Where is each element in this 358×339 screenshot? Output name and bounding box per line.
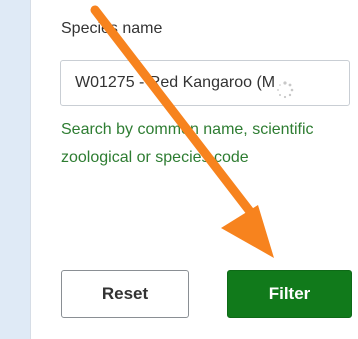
loading-spinner-icon — [277, 81, 294, 99]
filter-button[interactable]: Filter — [227, 270, 352, 318]
reset-button[interactable]: Reset — [61, 270, 189, 318]
species-name-field-wrapper — [60, 60, 350, 106]
species-search-help-text: Search by common name, scientific zoolog… — [61, 121, 314, 166]
species-name-input[interactable] — [61, 61, 349, 105]
species-name-label: Species name — [61, 20, 163, 37]
